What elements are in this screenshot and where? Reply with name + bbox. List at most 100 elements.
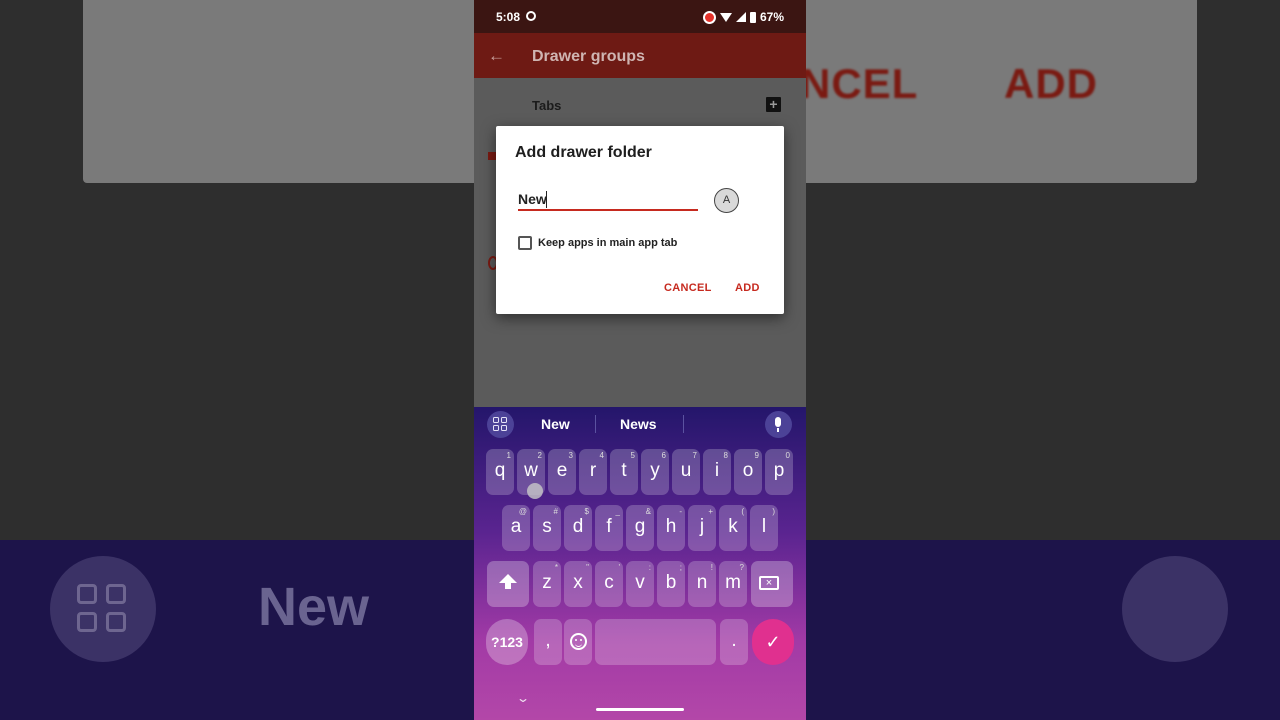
suggestion-divider: [683, 415, 684, 433]
key-hint: 8: [723, 451, 728, 460]
chevron-down-icon[interactable]: ⌄: [516, 691, 530, 705]
tabs-header: Tabs: [532, 98, 562, 113]
key-p[interactable]: p0: [765, 449, 793, 495]
suggestion-divider: [595, 415, 596, 433]
key-hint: ;: [679, 563, 682, 572]
app-bar: ← Drawer groups: [474, 33, 806, 78]
key-hint: +: [708, 507, 713, 516]
key-hint: 4: [599, 451, 604, 460]
plus-box-icon[interactable]: +: [766, 97, 781, 112]
wifi-icon: [719, 12, 732, 22]
background-cancel-text: NCEL: [800, 60, 919, 107]
backspace-icon: ×: [759, 576, 779, 590]
folder-name-input[interactable]: [518, 189, 698, 211]
key-hint: -: [679, 507, 682, 516]
dialog-title: Add drawer folder: [515, 144, 652, 161]
key-b[interactable]: b;: [657, 561, 685, 607]
comma-key[interactable]: ,: [534, 619, 562, 665]
key-hint: 7: [692, 451, 697, 460]
emoji-key[interactable]: [564, 619, 592, 665]
key-r[interactable]: r4: [579, 449, 607, 495]
symbols-key[interactable]: ?123: [486, 619, 528, 665]
key-y[interactable]: y6: [641, 449, 669, 495]
list-item-icon: [488, 152, 496, 160]
emoji-icon: [570, 633, 587, 650]
key-hint: ?: [739, 563, 744, 572]
key-m[interactable]: m?: [719, 561, 747, 607]
text-cursor: [546, 191, 547, 208]
shift-icon: [499, 574, 517, 589]
background-mic-icon: [1122, 556, 1228, 662]
page-title: Drawer groups: [532, 48, 645, 65]
status-time: 5:08: [496, 10, 521, 24]
key-a[interactable]: a @: [502, 505, 530, 551]
key-d[interactable]: d $: [564, 505, 592, 551]
key-hint: @: [518, 507, 527, 516]
key-hint: &: [645, 507, 651, 516]
background-add-text: ADD: [1004, 60, 1098, 107]
key-i[interactable]: i8: [703, 449, 731, 495]
key-e[interactable]: e3: [548, 449, 576, 495]
key-hint: ": [586, 563, 589, 572]
suggestion-1[interactable]: New: [541, 416, 570, 432]
apps-grid-icon[interactable]: [487, 411, 514, 438]
touch-indicator: [527, 483, 543, 499]
key-hint: (: [741, 507, 744, 516]
key-hint: ): [772, 507, 775, 516]
shift-key[interactable]: [487, 561, 529, 607]
key-g[interactable]: g &: [626, 505, 654, 551]
key-u[interactable]: u7: [672, 449, 700, 495]
add-button[interactable]: ADD: [735, 282, 760, 294]
key-s[interactable]: s #: [533, 505, 561, 551]
key-hint: 5: [630, 451, 635, 460]
key-t[interactable]: t5: [610, 449, 638, 495]
signal-icon: [735, 12, 746, 22]
key-hint: :: [648, 563, 651, 572]
keep-apps-checkbox[interactable]: [518, 236, 532, 250]
key-hint: 0: [785, 451, 790, 460]
background-grid-icon: [50, 556, 156, 662]
phone-screen: 5:08 67% ← Drawer groups Tabs + Add draw…: [474, 0, 806, 720]
microphone-icon[interactable]: [765, 411, 792, 438]
key-z[interactable]: z *: [533, 561, 561, 607]
folder-icon-button[interactable]: A: [714, 188, 739, 213]
key-hint: #: [553, 507, 558, 516]
battery-icon: [749, 11, 756, 23]
suggestion-2[interactable]: News: [620, 416, 657, 432]
key-h[interactable]: h-: [657, 505, 685, 551]
key-v[interactable]: v:: [626, 561, 654, 607]
key-hint: ': [618, 563, 620, 572]
add-folder-dialog: Add drawer folder A Keep apps in main ap…: [496, 126, 784, 314]
on-screen-keyboard: New News q1w2e3r4t5y6u7i8o9p0 a @ s # d $ f _ g &…: [474, 407, 806, 720]
screen-record-icon: [702, 10, 716, 24]
arrow-back-icon[interactable]: ←: [488, 46, 505, 66]
cancel-button[interactable]: CANCEL: [664, 282, 712, 294]
enter-key[interactable]: ✓: [752, 619, 794, 665]
check-icon: ✓: [765, 632, 781, 652]
notification-icon: [526, 11, 536, 21]
key-q[interactable]: q1: [486, 449, 514, 495]
key-hint: 3: [568, 451, 573, 460]
key-o[interactable]: o9: [734, 449, 762, 495]
screen: NCEL ADD New 5:08 67% ← Drawer groups Ta…: [0, 0, 1280, 720]
background-suggestion-text: New: [258, 577, 370, 637]
key-hint: *: [554, 563, 558, 572]
key-x[interactable]: x ": [564, 561, 592, 607]
space-key[interactable]: [595, 619, 716, 665]
key-hint: 1: [506, 451, 511, 460]
key-n[interactable]: n!: [688, 561, 716, 607]
status-icons: 67%: [702, 10, 784, 24]
battery-percent: 67%: [759, 10, 784, 24]
status-bar: 5:08 67%: [474, 0, 806, 33]
backspace-key[interactable]: ×: [751, 561, 793, 607]
key-l[interactable]: l): [750, 505, 778, 551]
key-k[interactable]: k(: [719, 505, 747, 551]
period-key[interactable]: .: [720, 619, 748, 665]
home-indicator[interactable]: [596, 708, 684, 711]
key-c[interactable]: c ': [595, 561, 623, 607]
key-f[interactable]: f _: [595, 505, 623, 551]
key-hint: !: [710, 563, 713, 572]
key-hint: 2: [537, 451, 542, 460]
keep-apps-label[interactable]: Keep apps in main app tab: [538, 237, 677, 249]
key-j[interactable]: j +: [688, 505, 716, 551]
